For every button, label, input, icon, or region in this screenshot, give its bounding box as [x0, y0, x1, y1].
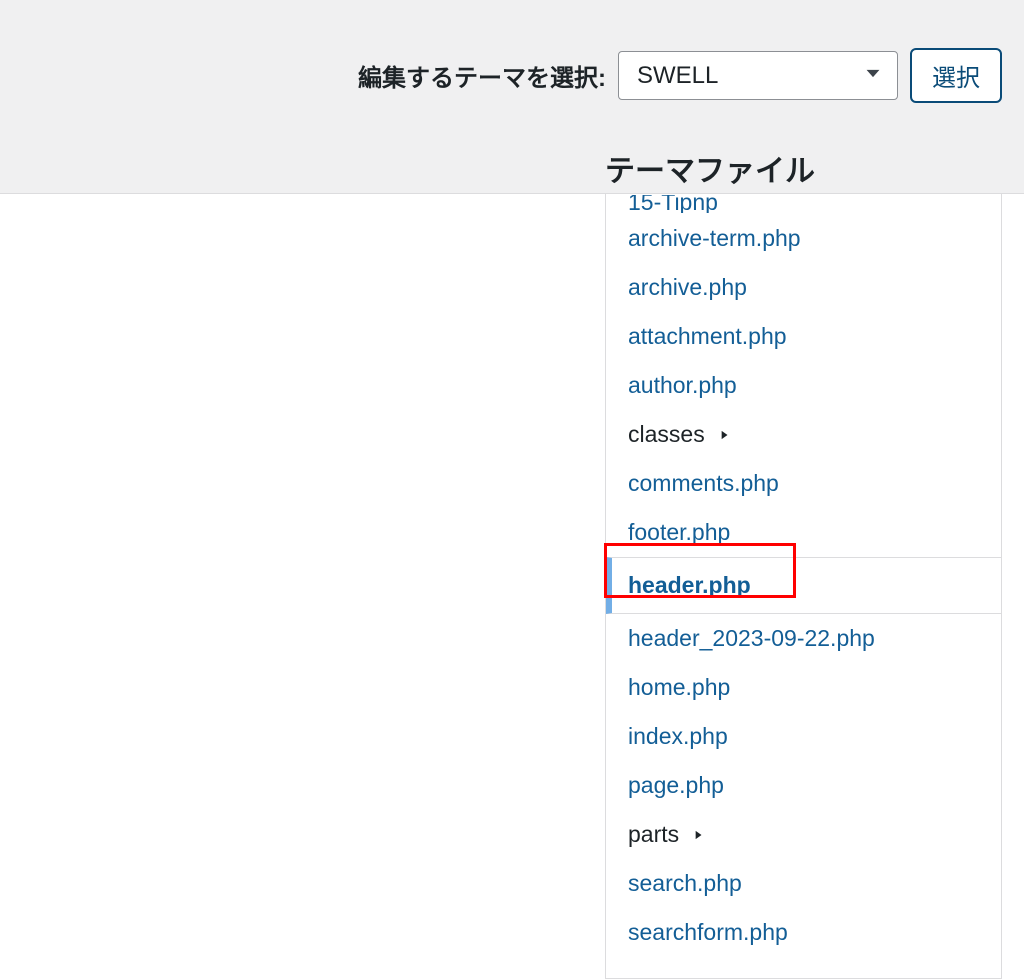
top-bar: 編集するテーマを選択: SWELL 選択	[0, 0, 1024, 194]
file-link[interactable]: home.php	[628, 674, 730, 700]
file-list: 15-Tipnp archive-term.php archive.php attac…	[606, 194, 1001, 957]
file-tree-item[interactable]: header.php	[606, 557, 1002, 614]
file-tree-item[interactable]: searchform.php	[606, 908, 1001, 957]
arrow-right-icon	[691, 821, 705, 848]
folder-label: parts	[628, 821, 679, 848]
file-link[interactable]: footer.php	[628, 519, 730, 545]
file-tree-item[interactable]: attachment.php	[606, 312, 1001, 361]
file-tree-item[interactable]: archive.php	[606, 263, 1001, 312]
file-link[interactable]: comments.php	[628, 470, 779, 496]
theme-select-label: 編集するテーマを選択:	[358, 58, 606, 93]
file-link[interactable]: index.php	[628, 723, 728, 749]
file-tree-item[interactable]: author.php	[606, 361, 1001, 410]
file-link[interactable]: archive.php	[628, 274, 747, 300]
file-link[interactable]: attachment.php	[628, 323, 787, 349]
file-tree-folder[interactable]: parts	[606, 810, 1001, 859]
file-link[interactable]: header.php	[628, 572, 751, 598]
file-tree-item[interactable]: home.php	[606, 663, 1001, 712]
file-tree-item[interactable]: header_2023-09-22.php	[606, 614, 1001, 663]
arrow-right-icon	[717, 421, 731, 448]
file-tree-item[interactable]: search.php	[606, 859, 1001, 908]
select-button[interactable]: 選択	[910, 48, 1002, 103]
folder-label: classes	[628, 421, 705, 448]
file-link[interactable]: search.php	[628, 870, 742, 896]
file-link[interactable]: searchform.php	[628, 919, 788, 945]
file-link[interactable]: header_2023-09-22.php	[628, 625, 875, 651]
content-area: テーマファイル 15-Tipnparchive-term.phparchive.…	[0, 194, 1024, 979]
file-link[interactable]: author.php	[628, 372, 737, 398]
theme-select[interactable]: SWELL	[618, 51, 898, 100]
file-tree-item[interactable]: index.php	[606, 712, 1001, 761]
file-tree-item[interactable]: footer.php	[606, 508, 1001, 557]
file-tree-item[interactable]: comments.php	[606, 459, 1001, 508]
file-tree-item[interactable]: 15-Tipnp	[606, 194, 1001, 214]
file-tree-item[interactable]: archive-term.php	[606, 214, 1001, 263]
file-panel: 15-Tipnp archive-term.php archive.php attac…	[605, 194, 1002, 979]
file-tree-item[interactable]: page.php	[606, 761, 1001, 810]
file-tree-folder[interactable]: classes	[606, 410, 1001, 459]
file-link[interactable]: page.php	[628, 772, 724, 798]
file-link[interactable]: 15-Tipnp	[628, 194, 718, 214]
file-link[interactable]: archive-term.php	[628, 225, 801, 251]
theme-files-heading: テーマファイル	[605, 146, 815, 190]
